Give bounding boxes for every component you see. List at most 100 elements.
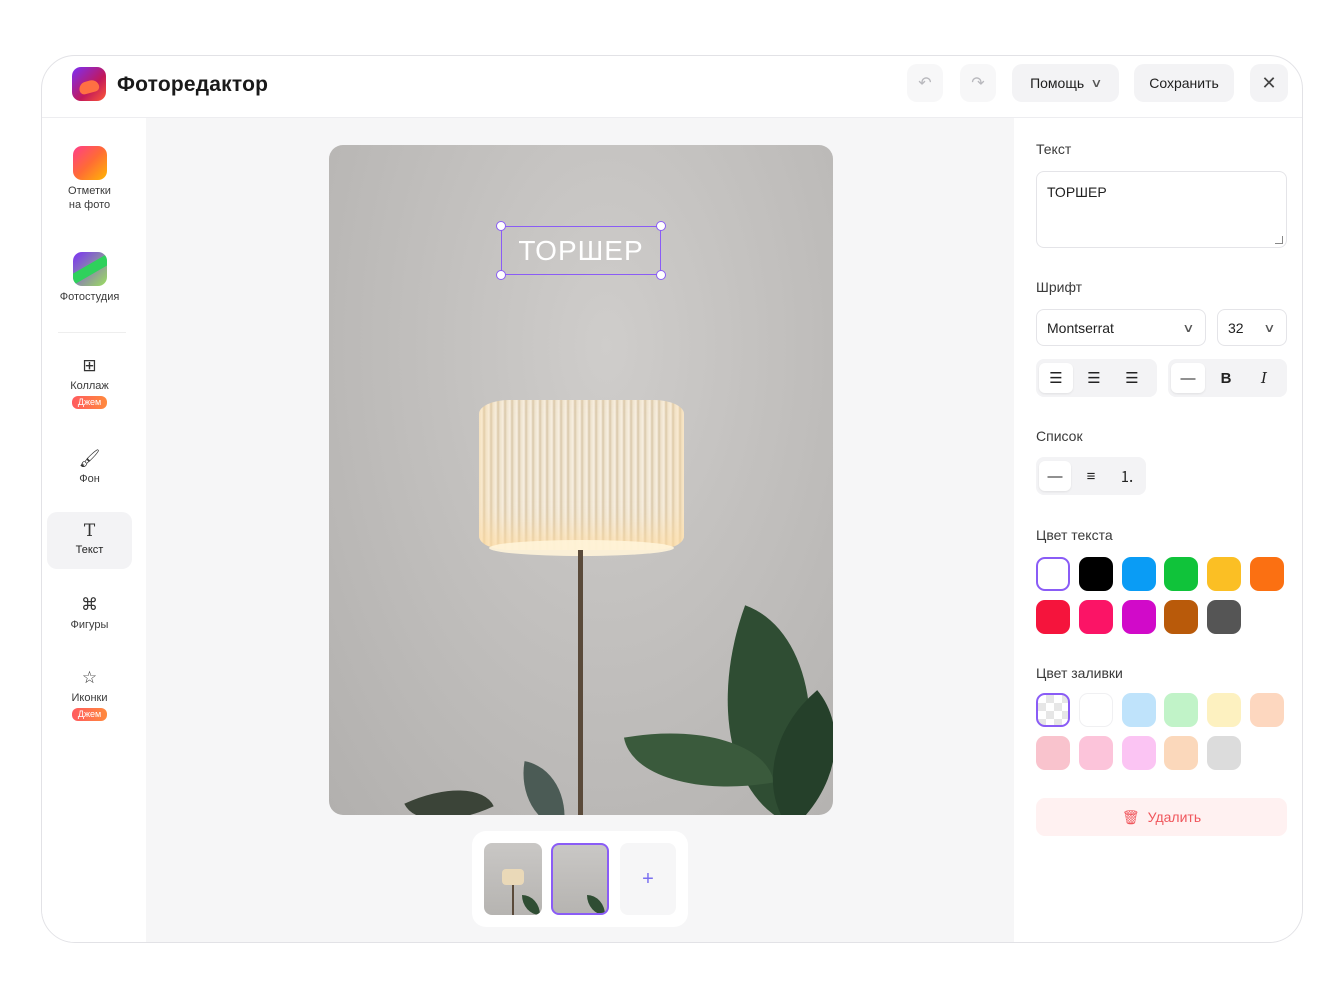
- page-thumbnail-selected[interactable]: [551, 843, 609, 915]
- thumbnail-leaf: [587, 895, 605, 913]
- sidebar-item-label: Отметки на фото: [68, 185, 111, 211]
- sidebar-item-label: Коллаж: [70, 380, 109, 392]
- text-color-swatch[interactable]: [1250, 557, 1284, 591]
- sidebar-item-marks[interactable]: Отметки на фото: [47, 146, 132, 212]
- undo-icon: ↶: [918, 75, 932, 92]
- font-size-select[interactable]: 32 ∨: [1217, 309, 1287, 346]
- canvas-area: ТОРШЕР +: [146, 118, 1014, 942]
- list-none-button[interactable]: —: [1039, 461, 1071, 491]
- background-icon: 🖌: [78, 449, 101, 468]
- chevron-down-icon: ∨: [1090, 76, 1103, 90]
- text-color-swatch[interactable]: [1164, 557, 1199, 591]
- numbered-list-icon: ⒈: [1119, 468, 1135, 486]
- text-align-group: ☰ ☰ ☰: [1036, 359, 1157, 397]
- sidebar-item-icons[interactable]: ☆ Иконки Джем: [47, 667, 132, 721]
- bold-button[interactable]: B: [1209, 363, 1243, 393]
- minus-icon: —: [1047, 467, 1063, 485]
- text-input[interactable]: ТОРШЕР: [1036, 171, 1287, 248]
- sidebar-item-label: Текст: [75, 544, 104, 556]
- thumbnail-leaf: [522, 895, 540, 915]
- redo-button[interactable]: ↷: [960, 64, 996, 102]
- plus-icon: +: [642, 867, 654, 890]
- font-size-value: 32: [1228, 319, 1244, 336]
- sidebar-item-label: Фигуры: [70, 619, 109, 631]
- sidebar-item-label: Фон: [79, 473, 100, 485]
- fill-color-swatch[interactable]: [1164, 693, 1199, 727]
- trash-icon: 🗑: [1121, 808, 1140, 825]
- photo-canvas[interactable]: ТОРШЕР: [329, 145, 833, 815]
- text-color-swatch[interactable]: [1207, 600, 1242, 634]
- font-family-value: Montserrat: [1047, 319, 1114, 336]
- sidebar-divider: [58, 332, 126, 333]
- text-color-swatch[interactable]: [1078, 557, 1113, 591]
- text-icon: T: [83, 521, 96, 541]
- text-color-swatch[interactable]: [1036, 600, 1070, 634]
- sidebar-item-label: Иконки: [71, 692, 108, 704]
- sidebar-item-shapes[interactable]: ⌘ Фигуры: [47, 594, 132, 632]
- align-center-button[interactable]: ☰: [1077, 363, 1111, 393]
- text-style-group: — B I: [1168, 359, 1287, 397]
- list-section-label: Список: [1036, 428, 1083, 444]
- fill-color-swatch[interactable]: [1207, 736, 1242, 770]
- align-left-button[interactable]: ☰: [1039, 363, 1073, 393]
- sidebar-item-label: Фотостудия: [59, 291, 120, 303]
- minus-icon: —: [1180, 369, 1196, 387]
- sidebar-item-collage[interactable]: ⊞ Коллаж Джем: [47, 355, 132, 409]
- style-normal-button[interactable]: —: [1171, 363, 1205, 393]
- text-color-swatch[interactable]: [1036, 557, 1070, 591]
- fill-color-swatch[interactable]: [1121, 736, 1156, 770]
- shapes-icon: ⌘: [81, 595, 98, 614]
- fill-color-swatch[interactable]: [1036, 693, 1070, 727]
- text-layer[interactable]: ТОРШЕР: [496, 221, 666, 280]
- icons-icon: ☆: [81, 668, 98, 687]
- fill-color-swatch[interactable]: [1036, 736, 1070, 770]
- chevron-down-icon: ∨: [1263, 320, 1276, 335]
- fill-color-swatch[interactable]: [1121, 693, 1156, 727]
- marks-icon: [72, 146, 107, 180]
- close-button[interactable]: ✕: [1250, 64, 1288, 102]
- resize-handle-top-right[interactable]: [656, 221, 666, 231]
- italic-button[interactable]: I: [1247, 363, 1281, 393]
- align-right-icon: ☰: [1125, 370, 1139, 387]
- text-color-swatch[interactable]: [1078, 600, 1113, 634]
- tools-sidebar: Отметки на фото Фотостудия ⊞ Коллаж Джем…: [42, 118, 144, 942]
- text-color-swatch[interactable]: [1164, 600, 1199, 634]
- fill-color-swatch[interactable]: [1164, 736, 1199, 770]
- page-thumbnails: +: [472, 831, 688, 927]
- text-color-swatch[interactable]: [1121, 557, 1156, 591]
- fill-color-swatch[interactable]: [1250, 693, 1284, 727]
- jam-badge: Джем: [71, 708, 108, 721]
- sidebar-item-background[interactable]: 🖌 Фон: [47, 448, 132, 486]
- header: Фоторедактор ↶ ↷ Помощь ∨ Сохранить ✕: [42, 56, 1302, 118]
- undo-button[interactable]: ↶: [907, 64, 943, 102]
- delete-button[interactable]: 🗑 Удалить: [1036, 798, 1287, 836]
- bullet-list-button[interactable]: ≡: [1075, 461, 1107, 491]
- resize-handle-bottom-right[interactable]: [656, 270, 666, 280]
- plant-leaf-image: [514, 761, 574, 815]
- collage-icon: ⊞: [82, 356, 97, 375]
- help-label: Помощь: [1030, 75, 1085, 91]
- fill-color-swatch[interactable]: [1207, 693, 1242, 727]
- text-color-section-label: Цвет текста: [1036, 527, 1113, 543]
- thumbnail-pole: [512, 885, 514, 915]
- fill-color-swatch[interactable]: [1078, 736, 1113, 770]
- photostudio-icon: [72, 252, 107, 286]
- resize-handle-bottom-left[interactable]: [496, 270, 506, 280]
- sidebar-item-photostudio[interactable]: Фотостудия: [47, 252, 132, 304]
- page-thumbnail[interactable]: [484, 843, 542, 915]
- editor-window: Фоторедактор ↶ ↷ Помощь ∨ Сохранить ✕ От…: [41, 55, 1303, 943]
- lamp-pole-image: [578, 550, 583, 815]
- save-button[interactable]: Сохранить: [1134, 64, 1234, 102]
- font-family-select[interactable]: Montserrat ∨: [1036, 309, 1206, 346]
- close-icon: ✕: [1261, 72, 1277, 93]
- add-page-button[interactable]: +: [620, 843, 676, 915]
- fill-color-section-label: Цвет заливки: [1036, 665, 1123, 681]
- help-dropdown[interactable]: Помощь ∨: [1012, 64, 1119, 102]
- text-color-swatch[interactable]: [1207, 557, 1242, 591]
- numbered-list-button[interactable]: ⒈: [1111, 461, 1143, 491]
- resize-handle-top-left[interactable]: [496, 221, 506, 231]
- align-right-button[interactable]: ☰: [1115, 363, 1149, 393]
- text-color-swatch[interactable]: [1121, 600, 1156, 634]
- fill-color-swatch[interactable]: [1078, 693, 1113, 727]
- sidebar-item-text[interactable]: T Текст: [47, 512, 132, 569]
